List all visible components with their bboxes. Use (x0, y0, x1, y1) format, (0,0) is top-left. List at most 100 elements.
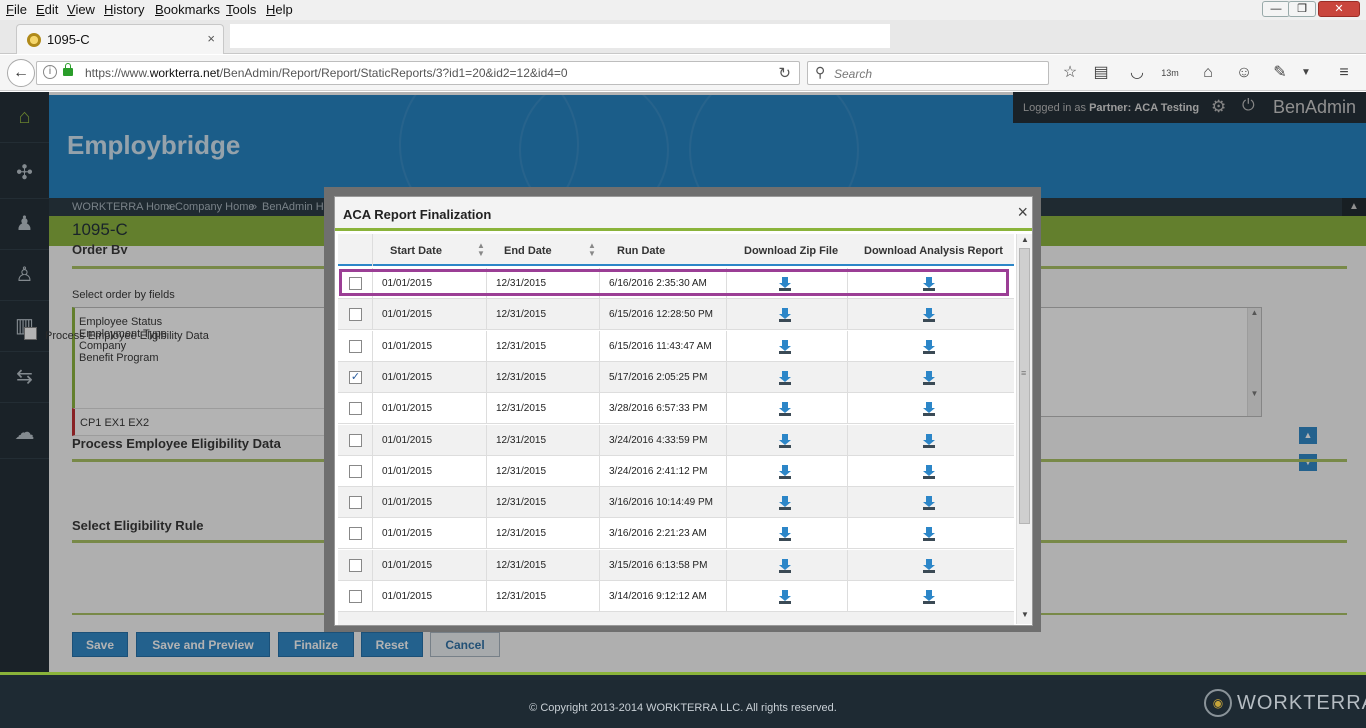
scroll-up-icon[interactable]: ▲ (1017, 235, 1032, 244)
start-date-cell: 01/01/2015 (382, 466, 433, 477)
row-checkbox[interactable] (349, 559, 362, 572)
home-icon[interactable]: ⌂ (1198, 63, 1218, 83)
download-analysis-icon[interactable] (923, 434, 936, 448)
download-zip-icon[interactable] (779, 434, 792, 448)
table-row[interactable]: 01/01/2015 12/31/2015 6/16/2016 2:35:30 AM (338, 268, 1014, 299)
row-checkbox[interactable] (349, 308, 362, 321)
download-analysis-icon[interactable] (923, 277, 936, 291)
download-analysis-icon[interactable] (923, 402, 936, 416)
chat-icon[interactable]: ☺ (1234, 63, 1254, 83)
cell-separator (486, 268, 487, 299)
scroll-grip-icon: ≡ (1021, 368, 1027, 378)
menu-history[interactable]: History (104, 2, 144, 17)
bookmark-star-icon[interactable]: ☆ (1060, 63, 1080, 83)
download-analysis-icon[interactable] (923, 340, 936, 354)
download-zip-icon[interactable] (779, 496, 792, 510)
window-close-button[interactable]: ✕ (1318, 1, 1360, 17)
cell-separator (486, 456, 487, 487)
cell-separator (726, 362, 727, 393)
run-date-cell: 6/15/2016 12:28:50 PM (609, 309, 713, 320)
scroll-thumb[interactable] (1019, 248, 1030, 524)
sort-icon[interactable]: ▲ ▼ (588, 242, 596, 258)
downloads-timer-icon[interactable]: 13m (1160, 63, 1180, 83)
download-zip-icon[interactable] (779, 559, 792, 573)
table-row[interactable]: 01/01/2015 12/31/2015 3/14/2016 9:12:12 AM (338, 581, 1014, 612)
download-zip-icon[interactable] (779, 527, 792, 541)
sort-icon[interactable]: ▲ ▼ (477, 242, 485, 258)
download-analysis-icon[interactable] (923, 465, 936, 479)
download-zip-icon[interactable] (779, 340, 792, 354)
search-placeholder: Search (834, 67, 873, 81)
row-checkbox[interactable] (349, 277, 362, 290)
menu-help[interactable]: Help (266, 2, 293, 17)
download-analysis-icon[interactable] (923, 308, 936, 322)
search-bar[interactable]: ⚲ Search (807, 61, 1049, 85)
row-checkbox[interactable] (349, 465, 362, 478)
back-button[interactable]: ← (7, 59, 35, 87)
row-checkbox[interactable]: ✓ (349, 371, 362, 384)
table-row[interactable]: 01/01/2015 12/31/2015 6/15/2016 11:43:47 A… (338, 331, 1014, 362)
chevron-down-icon[interactable]: ▼ (1296, 63, 1316, 83)
cell-separator (726, 425, 727, 456)
table-row[interactable]: 01/01/2015 12/31/2015 3/28/2016 6:57:33 PM (338, 393, 1014, 424)
download-zip-icon[interactable] (779, 402, 792, 416)
url-bar[interactable]: i https://www.workterra.net/BenAdmin/Rep… (36, 61, 800, 85)
download-zip-icon[interactable] (779, 308, 792, 322)
row-checkbox[interactable] (349, 340, 362, 353)
table-row[interactable]: ✓ 01/01/2015 12/31/2015 5/17/2016 2:05:25 P… (338, 362, 1014, 393)
menu-file[interactable]: File (6, 2, 27, 17)
download-analysis-icon[interactable] (923, 527, 936, 541)
cell-separator (599, 456, 600, 487)
download-zip-icon[interactable] (779, 590, 792, 604)
menu-bookmarks[interactable]: Bookmarks (155, 2, 220, 17)
workterra-logo-icon: ◉ (1204, 689, 1232, 717)
cell-separator (599, 518, 600, 549)
close-icon[interactable]: × (1017, 202, 1028, 223)
table-row[interactable]: 01/01/2015 12/31/2015 3/15/2016 6:13:58 PM (338, 550, 1014, 581)
row-checkbox[interactable] (349, 590, 362, 603)
column-run-date[interactable]: Run Date (617, 245, 665, 257)
menu-tools[interactable]: Tools (226, 2, 256, 17)
download-analysis-icon[interactable] (923, 590, 936, 604)
extension-icon[interactable]: ✎ (1270, 63, 1290, 83)
row-checkbox[interactable] (349, 527, 362, 540)
cell-separator (486, 362, 487, 393)
column-end-date[interactable]: End Date (504, 245, 552, 257)
info-icon[interactable]: i (43, 65, 57, 79)
table-row[interactable]: 01/01/2015 12/31/2015 3/24/2016 4:33:59 PM (338, 425, 1014, 456)
menu-edit[interactable]: Edit (36, 2, 58, 17)
cell-separator (599, 581, 600, 612)
pocket-icon[interactable]: ◡ (1127, 63, 1147, 83)
cell-separator (372, 331, 373, 362)
table-row[interactable]: 01/01/2015 12/31/2015 3/24/2016 2:41:12 PM (338, 456, 1014, 487)
reading-list-icon[interactable]: ▤ (1091, 63, 1111, 83)
hamburger-menu-icon[interactable]: ≡ (1334, 63, 1354, 83)
download-analysis-icon[interactable] (923, 496, 936, 510)
download-analysis-icon[interactable] (923, 559, 936, 573)
column-start-date[interactable]: Start Date (390, 245, 442, 257)
table-row[interactable]: 01/01/2015 12/31/2015 6/15/2016 12:28:50 P… (338, 299, 1014, 330)
row-checkbox[interactable] (349, 496, 362, 509)
minimize-button[interactable]: — (1262, 1, 1290, 17)
cell-separator (599, 299, 600, 330)
menu-view[interactable]: View (67, 2, 95, 17)
table-row[interactable]: 01/01/2015 12/31/2015 3/16/2016 2:21:23 AM (338, 518, 1014, 549)
browser-tab[interactable]: 1095-C × (16, 24, 224, 54)
maximize-button[interactable]: ❐ (1288, 1, 1316, 17)
modal-title: ACA Report Finalization (343, 207, 492, 222)
table-row[interactable]: 01/01/2015 12/31/2015 3/16/2016 10:14:49 P… (338, 487, 1014, 518)
row-checkbox[interactable] (349, 402, 362, 415)
download-zip-icon[interactable] (779, 371, 792, 385)
cell-separator (847, 581, 848, 612)
browser-tabbar: 1095-C × (0, 20, 1366, 54)
download-zip-icon[interactable] (779, 277, 792, 291)
row-checkbox[interactable] (349, 434, 362, 447)
scroll-down-icon[interactable]: ▼ (1017, 610, 1032, 619)
modal-scrollbar[interactable]: ▲ ≡ ▼ (1016, 234, 1032, 624)
end-date-cell: 12/31/2015 (496, 278, 547, 289)
download-zip-icon[interactable] (779, 465, 792, 479)
end-date-cell: 12/31/2015 (496, 560, 547, 571)
download-analysis-icon[interactable] (923, 371, 936, 385)
tab-close-icon[interactable]: × (207, 31, 215, 46)
reload-icon[interactable]: ↻ (778, 64, 791, 82)
